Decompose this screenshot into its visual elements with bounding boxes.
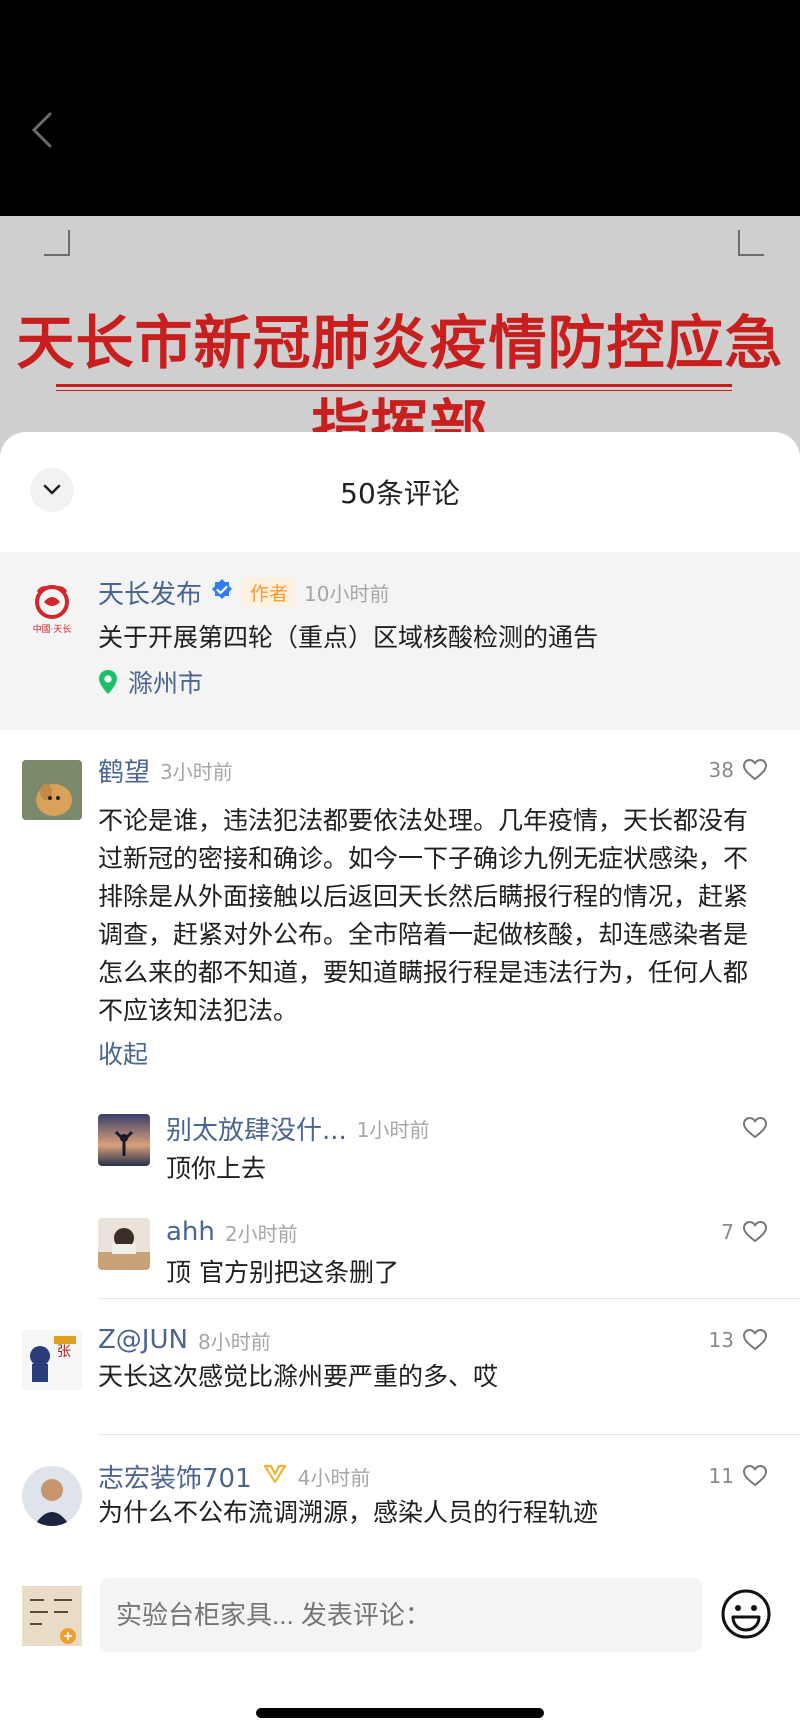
reply-meta: 别太放肆没什... 1小时前 — [166, 1110, 430, 1146]
vip-badge-icon — [262, 1462, 288, 1490]
avatar[interactable]: 张 — [22, 1330, 82, 1390]
commenter-name[interactable]: 别太放肆没什... — [166, 1110, 347, 1147]
location-pin-icon — [99, 670, 117, 694]
author-avatar[interactable]: 中國·天长 — [24, 582, 80, 638]
like-count: 13 — [708, 1328, 734, 1352]
commenter-name[interactable]: ahh — [166, 1217, 215, 1247]
author-name-row: 天长发布 作者 10小时前 — [98, 572, 389, 612]
like-button[interactable]: 7 — [721, 1214, 768, 1250]
avatar[interactable] — [98, 1114, 150, 1166]
comment-time: 8小时前 — [197, 1329, 271, 1354]
comments-count-title: 50条评论 — [340, 477, 460, 510]
document-rule — [56, 384, 732, 387]
user-avatar[interactable] — [22, 1586, 82, 1646]
commenter-name[interactable]: Z@JUN — [98, 1325, 188, 1355]
emoji-icon[interactable] — [720, 1588, 772, 1640]
back-icon[interactable] — [22, 100, 62, 160]
reply-meta: ahh 2小时前 — [166, 1214, 298, 1250]
like-count: 7 — [721, 1220, 734, 1244]
top-bar — [0, 0, 800, 216]
like-button[interactable] — [734, 1110, 768, 1146]
comments-sheet: 50条评论 中國·天长 天长发布 作者 10小时前 关于开展第四轮（重点）区域核… — [0, 432, 800, 1732]
avatar[interactable] — [22, 760, 82, 820]
comment-input[interactable] — [100, 1578, 702, 1652]
heart-icon — [742, 1328, 768, 1351]
comment-time: 3小时前 — [160, 759, 233, 784]
commenter-name[interactable]: 鹤望 — [98, 752, 150, 789]
comment-item[interactable]: 志宏装饰701 4小时前 11 为什么不公布流调溯源，感染人员的行程轨迹 — [0, 1436, 800, 1576]
comment-time: 2小时前 — [224, 1221, 298, 1246]
comment-item[interactable]: 张 Z@JUN 8小时前 13 天长这次感觉比滁州要严重的多、哎 — [0, 1300, 800, 1436]
comment-meta: 鹤望 3小时前 — [98, 750, 233, 790]
location-label: 滁州市 — [128, 669, 204, 698]
heart-icon — [742, 1220, 768, 1243]
comment-text[interactable]: 不论是谁，违法犯法都要依法处理。几年疫情，天长都没有过新冠的密接和确诊。如今一下… — [98, 802, 758, 1030]
home-indicator[interactable] — [256, 1708, 544, 1718]
author-post[interactable]: 中國·天长 天长发布 作者 10小时前 关于开展第四轮（重点）区域核酸检测的通告… — [0, 552, 800, 730]
author-name[interactable]: 天长发布 — [98, 574, 202, 611]
heart-icon — [742, 1464, 768, 1487]
comment-meta: Z@JUN 8小时前 — [98, 1320, 271, 1360]
document-rule — [56, 390, 732, 391]
heart-icon — [742, 758, 768, 781]
divider — [98, 1298, 800, 1299]
comment-text[interactable]: 为什么不公布流调溯源，感染人员的行程轨迹 — [98, 1494, 598, 1532]
heart-icon — [742, 1116, 768, 1139]
post-text[interactable]: 关于开展第四轮（重点）区域核酸检测的通告 — [98, 618, 598, 654]
avatar[interactable] — [98, 1218, 150, 1270]
comment-meta: 志宏装饰701 4小时前 — [98, 1456, 370, 1496]
post-location[interactable]: 滁州市 — [98, 664, 203, 700]
verified-icon — [210, 578, 234, 606]
crop-corner — [44, 230, 70, 256]
like-count: 11 — [708, 1464, 734, 1488]
reply-text[interactable]: 顶 官方别把这条删了 — [166, 1254, 399, 1292]
collapse-link[interactable]: 收起 — [98, 1040, 148, 1069]
sheet-header: 50条评论 — [0, 432, 800, 552]
comment-text[interactable]: 天长这次感觉比滁州要严重的多、哎 — [98, 1358, 498, 1396]
collapse-link-wrap: 收起 — [98, 1036, 148, 1074]
crop-corner — [738, 230, 764, 256]
like-button[interactable]: 38 — [709, 750, 768, 790]
document-preview: 天长市新冠肺炎疫情防控应急指挥部 — [0, 216, 800, 456]
comment-time: 4小时前 — [297, 1465, 371, 1490]
author-avatar-text: 中國·天长 — [33, 623, 72, 635]
comment-item[interactable]: 鹤望 3小时前 38 不论是谁，违法犯法都要依法处理。几年疫情，天长都没有过新冠… — [0, 730, 800, 1300]
avatar[interactable] — [22, 1466, 82, 1526]
comment-input-bar — [0, 1564, 800, 1732]
like-button[interactable]: 13 — [709, 1320, 768, 1360]
comment-time: 1小时前 — [356, 1117, 430, 1142]
like-button[interactable]: 11 — [709, 1456, 768, 1496]
reply-text[interactable]: 顶你上去 — [166, 1150, 266, 1188]
commenter-name[interactable]: 志宏装饰701 — [98, 1458, 252, 1495]
like-count: 38 — [708, 758, 734, 782]
svg-text:张: 张 — [57, 1344, 71, 1360]
divider — [98, 1434, 800, 1435]
post-time: 10小时前 — [304, 581, 390, 606]
author-badge: 作者 — [242, 577, 297, 607]
